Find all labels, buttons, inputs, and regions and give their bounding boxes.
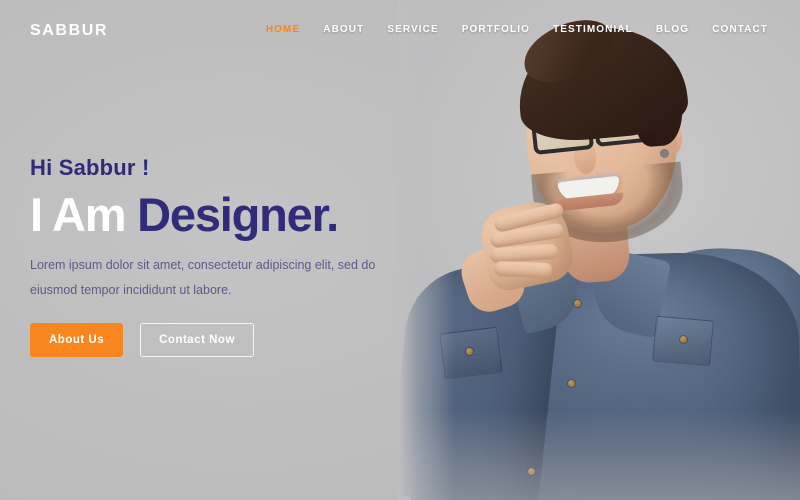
hero-greeting: Hi Sabbur ! — [30, 155, 150, 180]
portrait-shirt-button — [680, 336, 687, 343]
contact-now-button[interactable]: Contact Now — [140, 322, 254, 357]
portrait-finger — [493, 260, 553, 279]
hero-section: SABBUR HOME ABOUT SERVICE PORTFOLIO TEST… — [0, 0, 800, 500]
nav-item-service[interactable]: SERVICE — [387, 24, 438, 35]
nav-item-portfolio[interactable]: PORTFOLIO — [462, 24, 530, 35]
hero-button-group: About Us Contact Now — [30, 322, 450, 357]
navigation-bar: SABBUR HOME ABOUT SERVICE PORTFOLIO TEST… — [0, 0, 800, 62]
portrait-shirt-button — [574, 300, 581, 307]
portrait-shirt-button — [466, 348, 473, 355]
nav-item-home[interactable]: HOME — [266, 24, 300, 35]
hero-headline-accent: Designer. — [137, 188, 339, 242]
portrait-earring — [661, 150, 668, 157]
portrait-shirt-button — [528, 468, 535, 475]
hero-headline-prefix: I Am — [30, 188, 127, 242]
nav-item-about[interactable]: ABOUT — [323, 24, 364, 35]
nav-item-testimonial[interactable]: TESTIMONIAL — [553, 24, 633, 35]
nav-item-contact[interactable]: CONTACT — [712, 24, 768, 35]
main-menu: HOME ABOUT SERVICE PORTFOLIO TESTIMONIAL… — [266, 24, 768, 35]
hero-description: Lorem ipsum dolor sit amet, consectetur … — [30, 258, 376, 297]
site-logo[interactable]: SABBUR — [30, 22, 108, 40]
hero-headline: I Am Designer. — [30, 190, 450, 240]
hero-content: Hi Sabbur ! I Am Designer. Lorem ipsum d… — [30, 155, 450, 357]
portrait-shirt-button — [568, 380, 575, 387]
about-us-button[interactable]: About Us — [30, 322, 124, 357]
nav-item-blog[interactable]: BLOG — [656, 24, 689, 35]
hero-portrait-image — [398, 0, 800, 500]
